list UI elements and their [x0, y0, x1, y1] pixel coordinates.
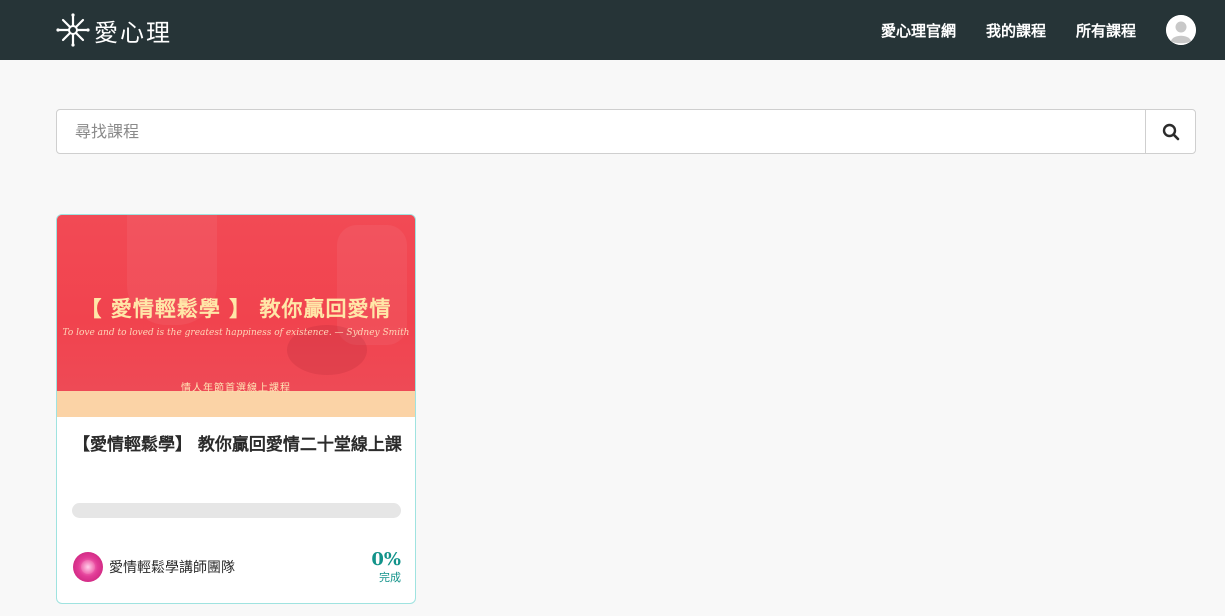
- nav-link-official-site[interactable]: 愛心理官網: [881, 20, 956, 41]
- search-button[interactable]: [1145, 110, 1195, 153]
- course-search-bar: [56, 109, 1196, 154]
- top-navbar: 愛心理 愛心理官網 我的課程 所有課程: [0, 0, 1225, 60]
- brand-logo-link[interactable]: 愛心理: [56, 11, 172, 49]
- search-input[interactable]: [57, 110, 1145, 153]
- course-progress-bar: [72, 503, 401, 518]
- instructor-name: 愛情輕鬆學講師團隊: [109, 560, 235, 576]
- nav-links: 愛心理官網 我的課程 所有課程: [881, 0, 1136, 60]
- course-thumbnail: 【 愛情輕鬆學 】 教你贏回愛情 To love and to loved is…: [57, 215, 415, 417]
- thumbnail-subtitle: 情人年節首選線上課程: [181, 383, 291, 394]
- sunburst-logo-icon: [56, 13, 90, 47]
- completion-label: 完成: [379, 571, 401, 584]
- brand-name: 愛心理: [94, 18, 172, 47]
- course-title: 【愛情輕鬆學】 教你贏回愛情二十堂線上課: [73, 435, 402, 455]
- course-instructor: 愛情輕鬆學講師團隊: [73, 552, 235, 582]
- user-avatar-icon: [1166, 15, 1196, 45]
- magnifier-icon: [1162, 123, 1179, 140]
- nav-link-all-courses[interactable]: 所有課程: [1076, 20, 1136, 41]
- course-card[interactable]: 【 愛情輕鬆學 】 教你贏回愛情 To love and to loved is…: [56, 214, 416, 604]
- nav-link-my-courses[interactable]: 我的課程: [986, 20, 1046, 41]
- completion-percent: 0%: [371, 549, 401, 570]
- thumbnail-title: 【 愛情輕鬆學 】 教你贏回愛情: [80, 297, 392, 321]
- thumbnail-quote: To love and to loved is the greatest hap…: [62, 328, 410, 338]
- completion-status: 0% 完成: [371, 549, 401, 585]
- instructor-avatar: [73, 552, 103, 582]
- user-avatar-button[interactable]: [1166, 15, 1196, 45]
